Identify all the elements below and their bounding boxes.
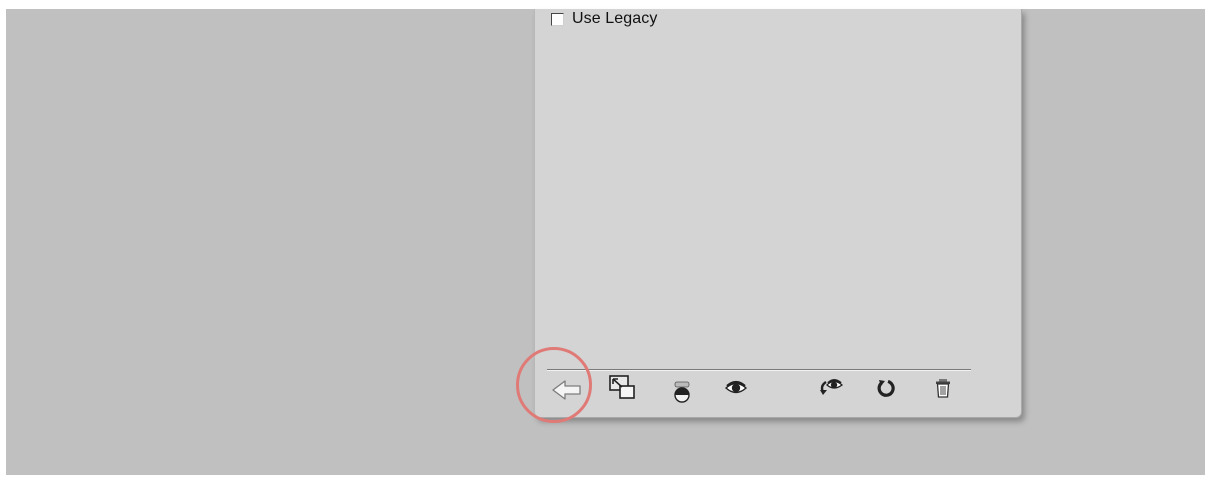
previous-state-eye-icon <box>820 379 844 395</box>
reset-icon <box>877 379 895 397</box>
workspace-background: Use Legacy <box>6 9 1205 475</box>
clip-to-layer-button[interactable] <box>665 375 699 409</box>
eye-icon <box>725 380 747 394</box>
use-legacy-checkbox[interactable] <box>551 12 564 26</box>
clip-to-layer-icon <box>674 381 690 403</box>
view-previous-state-button[interactable] <box>814 371 848 405</box>
expand-view-icon <box>609 375 635 399</box>
trash-icon <box>936 379 950 398</box>
delete-button[interactable] <box>926 371 960 405</box>
reset-button[interactable] <box>869 371 903 405</box>
expand-view-button[interactable] <box>606 371 640 405</box>
use-legacy-label: Use Legacy <box>572 10 658 27</box>
return-to-adjustment-list-button[interactable] <box>550 373 584 407</box>
use-legacy-option[interactable]: Use Legacy <box>551 10 658 28</box>
toggle-visibility-button[interactable] <box>719 371 753 405</box>
adjustments-panel: Use Legacy <box>534 9 1022 418</box>
left-arrow-icon <box>552 380 581 400</box>
